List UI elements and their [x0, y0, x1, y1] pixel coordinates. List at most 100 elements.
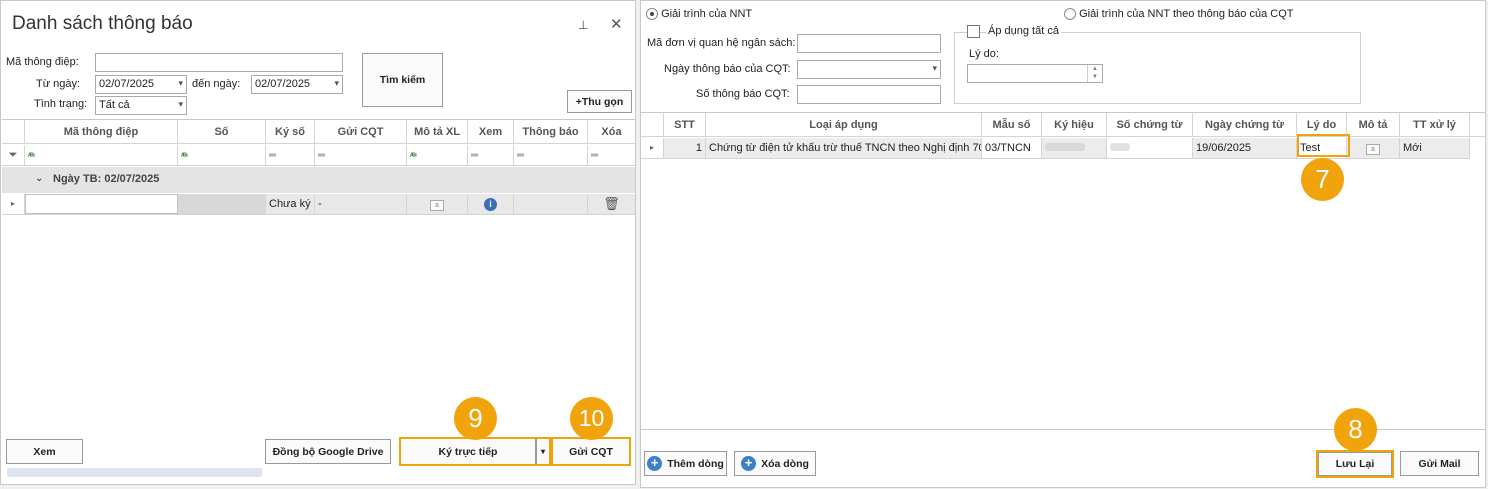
ky-truc-tiep-button[interactable]: Ký trực tiếp	[400, 438, 536, 465]
radio-unselected-icon[interactable]	[1064, 8, 1076, 21]
pin-icon[interactable]: ⊥	[578, 18, 588, 32]
right-panel: Giải trình của NNT Giải trình của NNT th…	[640, 0, 1486, 488]
tu-ngay-label: Từ ngày:	[36, 78, 81, 90]
col-tt-xu-ly[interactable]: TT xử lý	[1400, 113, 1470, 137]
filter-ma-thong-diep[interactable]: ᴬᴮᶜ	[25, 145, 178, 165]
cell-loai-ap-dung[interactable]: Chứng từ điện tử khấu trừ thuế TNCN theo…	[706, 138, 982, 158]
col-ky-so[interactable]: Ký số	[266, 120, 315, 144]
ap-dung-checkbox[interactable]	[967, 25, 980, 38]
ky-truc-tiep-dropdown[interactable]: ▾	[536, 438, 550, 465]
cell-ngay-chung-tu[interactable]: 19/06/2025	[1193, 138, 1297, 158]
blurred-link	[7, 468, 262, 477]
luu-lai-button[interactable]: Lưu Lại	[1318, 452, 1392, 476]
ma-thong-diep-label: Mã thông điệp:	[6, 56, 79, 68]
table-row[interactable]: ▸ 1 Chứng từ điện tử khấu trừ thuế TNCN …	[641, 138, 1470, 159]
ly-do-label: Lý do:	[969, 48, 999, 60]
ly-do-input[interactable]	[967, 64, 1103, 83]
col-mo-ta-xl[interactable]: Mô tả XL	[407, 120, 468, 144]
den-ngay-input[interactable]: 02/07/2025	[251, 75, 343, 94]
row-indicator: ▸	[2, 194, 25, 214]
table-row[interactable]: ▸ Chưa ký - a i 🗑	[2, 194, 635, 215]
tinh-trang-label: Tình trạng:	[34, 98, 88, 110]
notice-grid: Mã thông điệp Số Ký số Gửi CQT Mô tả XL …	[2, 119, 635, 431]
ap-dung-label: Áp dụng tất cả	[986, 25, 1061, 37]
cell-gui-cqt: -	[315, 194, 407, 214]
panel-title: Danh sách thông báo	[12, 13, 193, 34]
cell-mau-so[interactable]: 03/TNCN	[982, 138, 1042, 158]
ma-don-vi-input[interactable]	[797, 34, 941, 53]
filter-mo-ta-xl[interactable]: ᴬᴮᶜ	[407, 145, 468, 165]
cell-mo-ta-xl[interactable]: a	[407, 194, 468, 214]
left-panel: Danh sách thông báo ⊥ ✕ Mã thông điệp: T…	[0, 0, 636, 485]
memo-icon[interactable]: a	[430, 200, 444, 211]
cell-so-chung-tu[interactable]	[1107, 138, 1193, 158]
cell-xem[interactable]: i	[468, 194, 514, 214]
cell-ly-do[interactable]: Test	[1297, 138, 1347, 158]
cell-thong-bao	[514, 194, 588, 214]
xem-button[interactable]: Xem	[6, 439, 83, 464]
tinh-trang-select[interactable]: Tất cả	[95, 96, 187, 115]
group-row[interactable]: ⌄ Ngày TB: 02/07/2025	[2, 167, 635, 193]
radio-selected-icon[interactable]	[646, 8, 658, 21]
col-ma-thong-diep[interactable]: Mã thông điệp	[25, 120, 178, 144]
radio-giai-trinh-theo-tb[interactable]: Giải trình của NNT theo thông báo của CQ…	[1064, 8, 1293, 21]
col-gui-cqt[interactable]: Gửi CQT	[315, 120, 407, 144]
step-badge-10: 10	[570, 397, 613, 440]
detail-grid-header: STT Loại áp dụng Mẫu số Ký hiệu Số chứng…	[641, 113, 1486, 137]
cell-so[interactable]	[178, 194, 266, 214]
filter-ky-so[interactable]: ═	[266, 145, 315, 165]
filter-gui-cqt[interactable]: ═	[315, 145, 407, 165]
col-mo-ta[interactable]: Mô tả	[1347, 113, 1400, 137]
ngay-tb-input[interactable]	[797, 60, 941, 79]
ngay-tb-label: Ngày thông báo của CQT:	[664, 63, 791, 75]
info-icon[interactable]: i	[484, 198, 497, 211]
ma-thong-diep-input[interactable]	[95, 53, 343, 72]
col-mau-so[interactable]: Mẫu số	[982, 113, 1042, 137]
trash-icon[interactable]: 🗑	[588, 194, 635, 214]
step-badge-9: 9	[454, 397, 497, 440]
col-so-chung-tu[interactable]: Số chứng từ	[1107, 113, 1193, 137]
cell-mo-ta[interactable]: a	[1347, 138, 1400, 158]
radio-giai-trinh[interactable]: Giải trình của NNT	[646, 8, 752, 21]
col-so[interactable]: Số	[178, 120, 266, 144]
den-ngay-label: đến ngày:	[192, 78, 241, 90]
filter-so[interactable]: ᴬᴮᶜ	[178, 145, 266, 165]
tu-ngay-input[interactable]: 02/07/2025	[95, 75, 187, 94]
xoa-dong-button[interactable]: + Xóa dòng	[734, 451, 816, 476]
col-ngay-chung-tu[interactable]: Ngày chứng từ	[1193, 113, 1297, 137]
filter-icon[interactable]: ⏷	[2, 145, 25, 165]
add-icon: +	[647, 456, 663, 471]
close-icon[interactable]: ✕	[610, 15, 623, 33]
col-thong-bao[interactable]: Thông báo	[514, 120, 588, 144]
grid-header: Mã thông điệp Số Ký số Gửi CQT Mô tả XL …	[2, 120, 635, 144]
detail-row-indicator-header	[641, 113, 664, 137]
col-ky-hieu[interactable]: Ký hiệu	[1042, 113, 1107, 137]
col-ly-do[interactable]: Lý do	[1297, 113, 1347, 137]
ma-don-vi-label: Mã đơn vị quan hệ ngân sách:	[647, 37, 796, 49]
collapse-button[interactable]: +Thu gọn	[567, 90, 632, 113]
them-dong-button[interactable]: + Thêm dòng	[644, 451, 727, 476]
so-tb-label: Số thông báo CQT:	[696, 88, 790, 100]
memo-icon[interactable]: a	[1366, 144, 1380, 155]
col-xem[interactable]: Xem	[468, 120, 514, 144]
cell-ky-hieu[interactable]	[1042, 138, 1107, 158]
add-icon: +	[741, 456, 757, 471]
col-loai-ap-dung[interactable]: Loại áp dụng	[706, 113, 982, 137]
so-tb-input[interactable]	[797, 85, 941, 104]
group-label: Ngày TB: 02/07/2025	[53, 173, 160, 185]
col-stt[interactable]: STT	[664, 113, 706, 137]
col-xoa[interactable]: Xóa	[588, 120, 635, 144]
detail-grid: STT Loại áp dụng Mẫu số Ký hiệu Số chứng…	[641, 112, 1486, 430]
cell-ma-thong-diep[interactable]	[25, 194, 178, 214]
step-badge-7: 7	[1301, 158, 1344, 201]
search-button[interactable]: Tìm kiếm	[362, 53, 443, 107]
gui-mail-button[interactable]: Gửi Mail	[1400, 451, 1479, 476]
filter-thong-bao[interactable]: ═	[514, 145, 588, 165]
dong-bo-google-drive-button[interactable]: Đồng bộ Google Drive	[265, 439, 391, 464]
chevron-down-icon[interactable]: ⌄	[35, 173, 43, 184]
gui-cqt-button[interactable]: Gửi CQT	[552, 438, 630, 465]
row-indicator-header	[2, 120, 25, 144]
filter-xoa[interactable]: ═	[588, 145, 635, 165]
filter-xem[interactable]: ═	[468, 145, 514, 165]
ly-do-spinner[interactable]: ▲ ▼	[1087, 65, 1102, 82]
